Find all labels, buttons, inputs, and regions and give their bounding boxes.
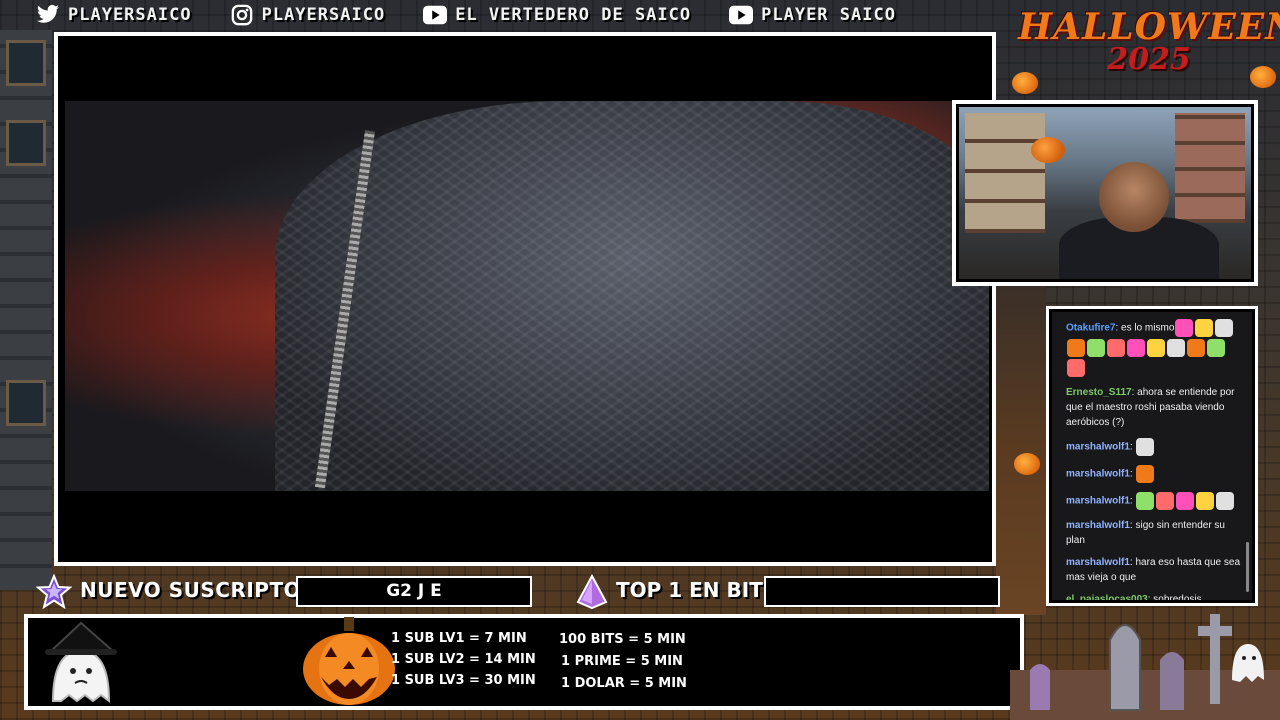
chat-emote-icon [1216, 492, 1235, 510]
chat-message: Ernesto_S117: ahora se entiende por que … [1066, 385, 1242, 430]
top-bits-label: TOP 1 EN BITS [616, 578, 778, 602]
window-decoration [6, 40, 46, 86]
instagram-icon [231, 4, 252, 26]
webcam-frame [952, 100, 1258, 286]
chat-message: marshalwolf1: [1066, 491, 1242, 511]
chat-username[interactable]: Otakufire7 [1066, 323, 1115, 334]
sub-rate: 1 SUB LV3 = 30 MIN [391, 673, 536, 688]
chat-message: Otakufire7: es lo mismo [1066, 318, 1242, 378]
new-sub-name: G2 J E [296, 576, 532, 607]
chat-message: marshalwolf1: [1066, 437, 1242, 457]
chat-emote-icon [1195, 319, 1214, 337]
chat-message: marshalwolf1: hara eso hasta que sea mas… [1066, 555, 1242, 585]
chat-username[interactable]: marshalwolf1 [1066, 496, 1130, 507]
chat-emote-icon [1215, 319, 1234, 337]
new-sub-label: NUEVO SUSCRIPTOR [80, 578, 318, 602]
graveyard-decoration [1010, 614, 1280, 720]
main-video-frame [54, 32, 996, 566]
chat-separator: : [1129, 468, 1136, 480]
pumpkin-icon [1012, 72, 1038, 94]
chat-username[interactable]: marshalwolf1 [1066, 442, 1130, 453]
chat-emote-icon [1136, 465, 1155, 483]
social-instagram[interactable]: PLAYERSAICO [230, 4, 386, 26]
pumpkin-icon [1250, 66, 1276, 88]
video-scene [65, 101, 989, 491]
alerts-bar: NUEVO SUSCRIPTOR G2 J E TOP 1 EN BITS [34, 574, 1004, 610]
chat-emote-icon [1147, 339, 1165, 357]
window-decoration [6, 380, 46, 426]
social-handle: PLAYER SAICO [761, 5, 896, 25]
sub-rate: 1 SUB LV2 = 14 MIN [391, 652, 536, 667]
pumpkin-decoration [1031, 137, 1065, 163]
snakeskin-jacket [275, 101, 989, 491]
info-panel: 1 SUB LV1 = 7 MIN 1 SUB LV2 = 14 MIN 1 S… [28, 617, 1020, 706]
event-title: HALLOWEEN 2025 [1012, 6, 1280, 98]
other-rate: 1 DOLAR = 5 MIN [561, 676, 687, 691]
ghost-icon [45, 621, 117, 704]
chat-message: marshalwolf1: sigo sin entender su plan [1066, 518, 1242, 548]
other-rate: 100 BITS = 5 MIN [559, 632, 686, 647]
chat-emote-icon [1176, 492, 1195, 510]
main-video[interactable] [58, 36, 992, 562]
chat-emote-icon [1067, 359, 1085, 377]
right-pixel-decoration [996, 285, 1046, 615]
streamer-head [1099, 162, 1169, 232]
sub-rate: 1 SUB LV1 = 7 MIN [391, 631, 527, 646]
chat-emote-icon [1127, 339, 1145, 357]
chat-emote-icon [1087, 339, 1105, 357]
chat-emote-icon [1136, 438, 1155, 456]
chat-emote-icon [1196, 492, 1215, 510]
other-rate: 1 PRIME = 5 MIN [561, 654, 683, 669]
webcam-feed [956, 104, 1254, 282]
social-youtube-player[interactable]: PLAYER SAICO [729, 4, 896, 26]
twitter-icon [37, 4, 59, 23]
chat-message: marshalwolf1: [1066, 464, 1242, 484]
chat-emote-icon [1175, 319, 1194, 337]
chat-username[interactable]: marshalwolf1 [1066, 557, 1130, 568]
chat-emote-icon [1207, 339, 1225, 357]
chat-emote-icon [1187, 339, 1205, 357]
social-twitter[interactable]: PLAYERSAICO [36, 4, 192, 26]
chat-emote-icon [1107, 339, 1125, 357]
chat-username[interactable]: marshalwolf1 [1066, 520, 1130, 531]
info-panel-frame: 1 SUB LV1 = 7 MIN 1 SUB LV2 = 14 MIN 1 S… [24, 614, 1024, 710]
chat-username[interactable]: marshalwolf1 [1066, 469, 1130, 480]
bookshelf [1175, 113, 1245, 223]
social-handle: PLAYERSAICO [261, 5, 386, 25]
chat-emote-icon [1067, 339, 1085, 357]
youtube-icon [423, 5, 448, 25]
top-bits-name [764, 576, 1000, 607]
jack-o-lantern-icon [303, 617, 395, 705]
pumpkin-icon [1014, 453, 1040, 475]
left-pixel-decoration [0, 30, 52, 590]
social-handle: EL VERTEDERO DE SAICO [455, 5, 692, 25]
window-decoration [6, 120, 46, 166]
bookshelf [965, 113, 1045, 233]
star-icon [36, 574, 72, 610]
chat-emote-icon [1167, 339, 1185, 357]
social-links-bar: PLAYERSAICO PLAYERSAICO EL VERTEDERO DE … [0, 0, 1010, 30]
chat-emote-icon [1156, 492, 1175, 510]
chat-frame: Otakufire7: es lo mismo Ernesto_S117: aho… [1046, 306, 1258, 606]
chat-text: es lo mismo [1121, 322, 1175, 334]
youtube-icon [729, 5, 754, 25]
chat-emote-icon [1136, 492, 1155, 510]
bits-icon [576, 574, 608, 610]
social-handle: PLAYERSAICO [68, 5, 192, 25]
chat-scrollbar[interactable] [1246, 542, 1249, 592]
chat-separator: : [1129, 495, 1136, 507]
social-youtube-vertedero[interactable]: EL VERTEDERO DE SAICO [423, 4, 691, 26]
chat-panel[interactable]: Otakufire7: es lo mismo Ernesto_S117: aho… [1049, 309, 1255, 603]
chat-separator: : [1129, 441, 1136, 453]
chat-username[interactable]: Ernesto_S117 [1066, 387, 1132, 398]
